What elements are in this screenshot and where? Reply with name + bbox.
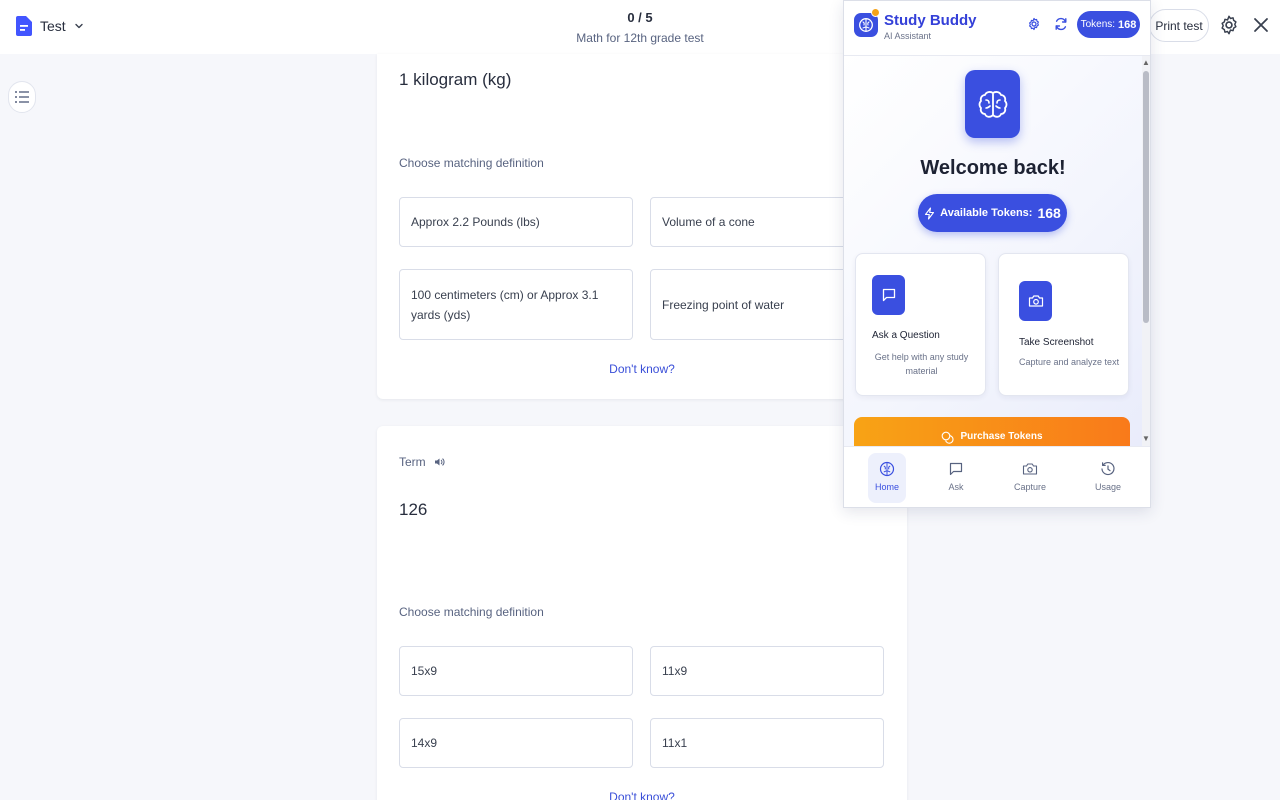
study-buddy-panel: Study Buddy AI Assistant Tokens: 168 Wel… (843, 0, 1151, 508)
list-icon (15, 91, 29, 103)
term-label: Term (399, 455, 426, 469)
print-test-button[interactable]: Print test (1149, 9, 1209, 42)
nav-usage[interactable]: Usage (1089, 453, 1127, 503)
camera-icon (1022, 463, 1038, 475)
notification-dot (871, 8, 880, 17)
question-card: Term 126 Choose matching definition 15x9… (377, 426, 907, 800)
take-screenshot-card[interactable]: Take Screenshot Capture and analyze text (998, 253, 1129, 396)
answer-option[interactable]: 11x9 (650, 646, 884, 696)
available-tokens-label: Available Tokens: (940, 207, 1033, 219)
nav-home[interactable]: Home (868, 453, 906, 503)
dont-know-link[interactable]: Don't know? (377, 790, 907, 800)
scrollbar-thumb[interactable] (1143, 71, 1149, 323)
purchase-tokens-button[interactable]: Purchase Tokens (854, 417, 1130, 446)
answer-option[interactable]: 100 centimeters (cm) or Approx 3.1 yards… (399, 269, 633, 340)
tokens-badge-label: Tokens: (1080, 19, 1116, 30)
answer-option[interactable]: 11x1 (650, 718, 884, 768)
nav-label: Ask (948, 482, 964, 492)
settings-gear-icon[interactable] (1218, 14, 1240, 36)
test-progress: 0 / 5 Math for 12th grade test (540, 10, 740, 45)
speaker-icon[interactable] (434, 457, 445, 467)
feature-description: Capture and analyze text (1019, 357, 1120, 367)
lightning-icon (925, 206, 935, 220)
test-title: Math for 12th grade test (576, 31, 704, 45)
question-list-button[interactable] (8, 81, 36, 113)
matching-prompt: Choose matching definition (399, 605, 544, 619)
term-text: 1 kilogram (kg) (399, 70, 512, 89)
welcome-heading: Welcome back! (920, 157, 1066, 179)
purchase-tokens-label: Purchase Tokens (960, 431, 1043, 442)
mode-label: Test (40, 18, 66, 34)
chat-bubble-icon (872, 275, 905, 315)
brain-icon (965, 70, 1020, 138)
camera-icon (1019, 281, 1052, 321)
brain-nav-icon (879, 461, 895, 477)
nav-label: Home (874, 482, 899, 492)
panel-settings-icon[interactable] (1027, 17, 1041, 31)
progress-count: 0 / 5 (627, 10, 653, 25)
dont-know-link[interactable]: Don't know? (377, 362, 907, 376)
chevron-down-icon (74, 23, 83, 29)
nav-ask[interactable]: Ask (937, 453, 975, 503)
tokens-badge[interactable]: Tokens: 168 (1077, 11, 1140, 38)
scroll-down-arrow-icon[interactable]: ▼ (1142, 434, 1150, 444)
chat-bubble-icon (949, 462, 963, 476)
answer-option[interactable]: Approx 2.2 Pounds (lbs) (399, 197, 633, 247)
matching-prompt: Choose matching definition (399, 156, 544, 170)
question-card: 1 kilogram (kg) Choose matching definiti… (377, 54, 907, 399)
answer-option[interactable]: 14x9 (399, 718, 633, 768)
document-icon (16, 16, 32, 36)
mode-dropdown[interactable]: Test (16, 16, 84, 36)
feature-title: Take Screenshot (1019, 337, 1094, 348)
feature-title: Ask a Question (872, 330, 940, 341)
close-icon[interactable] (1252, 16, 1270, 34)
nav-label: Usage (1094, 482, 1121, 492)
panel-header: Study Buddy AI Assistant Tokens: 168 (844, 1, 1150, 56)
available-tokens-pill[interactable]: Available Tokens: 168 (918, 194, 1067, 232)
panel-body: Welcome back! Available Tokens: 168 Ask … (844, 56, 1142, 446)
coins-icon (942, 431, 954, 444)
answer-option[interactable]: 15x9 (399, 646, 633, 696)
nav-capture[interactable]: Capture (1011, 453, 1049, 503)
feature-description: Get help with any study material (874, 352, 969, 376)
ask-question-card[interactable]: Ask a Question Get help with any study m… (855, 253, 986, 396)
term-text: 126 (399, 500, 428, 519)
scroll-up-arrow-icon[interactable]: ▲ (1142, 58, 1150, 68)
panel-subtitle: AI Assistant (884, 31, 932, 41)
refresh-icon[interactable] (1054, 17, 1068, 31)
available-tokens-value: 168 (1037, 205, 1061, 221)
panel-bottom-nav: Home Ask Capture Usage (844, 446, 1150, 507)
history-icon (1101, 461, 1115, 476)
panel-title: Study Buddy (884, 12, 977, 29)
tokens-badge-value: 168 (1118, 18, 1137, 31)
nav-label: Capture (1013, 482, 1047, 492)
term-label-row: Term (399, 455, 445, 469)
